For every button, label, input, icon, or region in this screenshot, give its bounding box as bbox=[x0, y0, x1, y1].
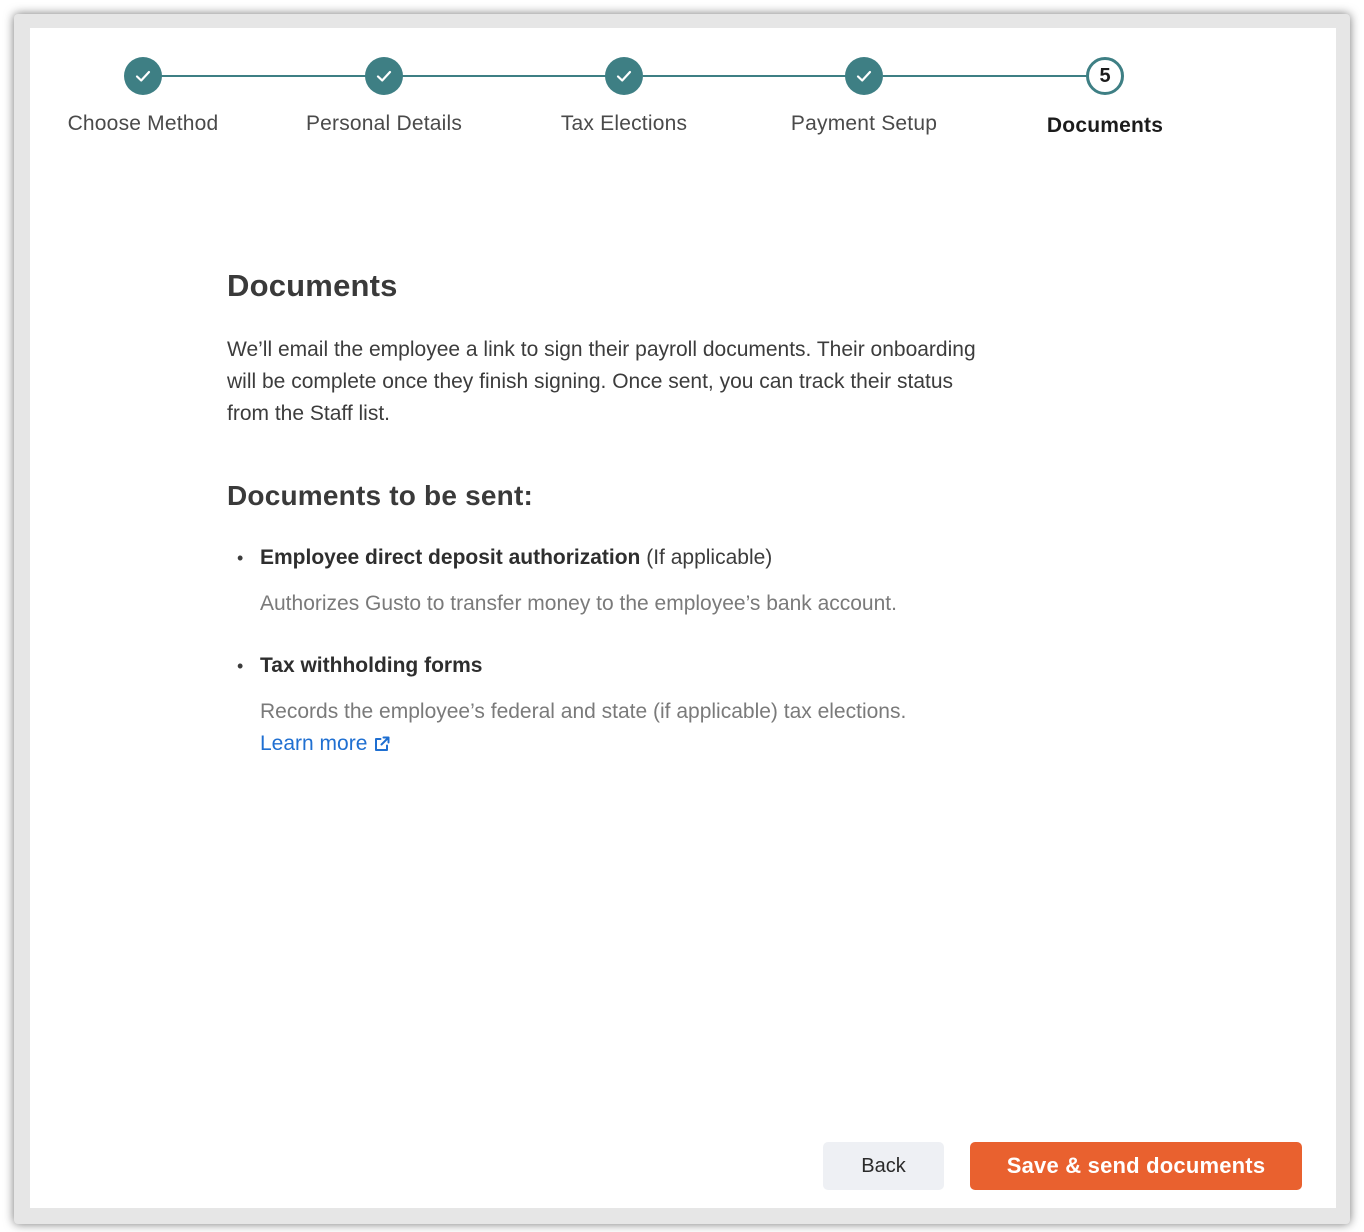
document-qualifier: (If applicable) bbox=[646, 546, 773, 569]
document-title: Employee direct deposit authorization bbox=[260, 546, 641, 569]
page-title: Documents bbox=[227, 268, 398, 303]
document-title-row: Tax withholding forms bbox=[260, 654, 1007, 678]
checkmark-icon bbox=[856, 70, 872, 82]
document-title: Tax withholding forms bbox=[260, 654, 483, 677]
document-description-block: Records the employee’s federal and state… bbox=[260, 696, 1007, 760]
save-send-documents-button[interactable]: Save & send documents bbox=[970, 1142, 1302, 1190]
step-number: 5 bbox=[1099, 64, 1111, 87]
checkmark-icon bbox=[135, 70, 151, 82]
list-item: • Tax withholding forms Records the empl… bbox=[227, 654, 1007, 760]
bullet: • bbox=[237, 548, 244, 568]
document-title-row: Employee direct deposit authorization (I… bbox=[260, 546, 1007, 570]
bullet: • bbox=[237, 656, 244, 676]
step-2-complete[interactable] bbox=[365, 57, 403, 95]
list-item: • Employee direct deposit authorization … bbox=[227, 546, 1007, 620]
learn-more-link[interactable]: Learn more bbox=[260, 728, 391, 760]
step-4-complete[interactable] bbox=[845, 57, 883, 95]
back-button[interactable]: Back bbox=[823, 1142, 944, 1190]
step-connector bbox=[643, 75, 863, 77]
step-label-tax-elections[interactable]: Tax Elections bbox=[514, 112, 734, 136]
checkmark-icon bbox=[376, 70, 392, 82]
step-3-complete[interactable] bbox=[605, 57, 643, 95]
learn-more-label: Learn more bbox=[260, 732, 368, 755]
step-connector bbox=[883, 75, 1103, 77]
external-link-icon bbox=[375, 736, 390, 751]
document-description: Authorizes Gusto to transfer money to th… bbox=[260, 592, 897, 615]
documents-list: • Employee direct deposit authorization … bbox=[227, 546, 1007, 760]
step-label-payment-setup[interactable]: Payment Setup bbox=[754, 112, 974, 136]
document-description: Records the employee’s federal and state… bbox=[260, 700, 907, 723]
documents-subtitle: Documents to be sent: bbox=[227, 480, 534, 511]
checkmark-icon bbox=[616, 70, 632, 82]
step-label-personal-details[interactable]: Personal Details bbox=[274, 112, 494, 136]
step-label-choose-method[interactable]: Choose Method bbox=[33, 112, 253, 136]
intro-text: We’ll email the employee a link to sign … bbox=[227, 338, 976, 425]
step-connector bbox=[161, 75, 382, 77]
step-label-documents: Documents bbox=[1046, 114, 1164, 137]
step-connector bbox=[402, 75, 623, 77]
step-5-current: 5 bbox=[1086, 57, 1124, 95]
step-1-complete[interactable] bbox=[124, 57, 162, 95]
onboarding-card: 5 Choose Method Personal Details Tax Ele… bbox=[30, 28, 1336, 1208]
documents-section: Documents We’ll email the employee a lin… bbox=[227, 268, 1007, 794]
